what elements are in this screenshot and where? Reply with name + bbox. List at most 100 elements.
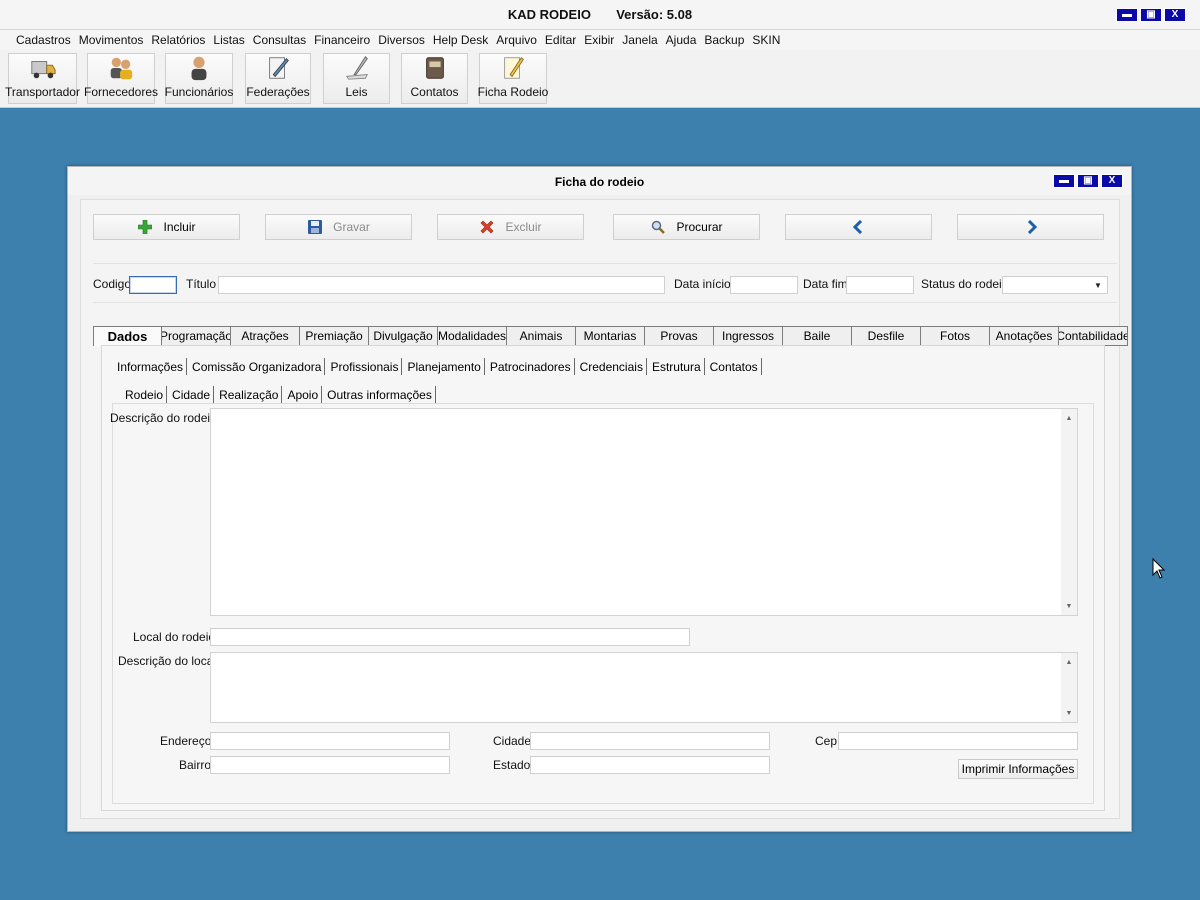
tab-dados[interactable]: Dados bbox=[93, 326, 161, 346]
descricao-rodeio-label: Descrição do rodeio bbox=[110, 411, 217, 425]
menu-financeiro[interactable]: Financeiro bbox=[310, 30, 374, 50]
menu-backup[interactable]: Backup bbox=[700, 30, 748, 50]
tab-provas[interactable]: Provas bbox=[644, 326, 713, 346]
close-button[interactable]: X bbox=[1164, 8, 1186, 22]
next-record-button[interactable] bbox=[957, 214, 1104, 240]
tab-ingressos[interactable]: Ingressos bbox=[713, 326, 782, 346]
toolbar-ficha-rodeio-button[interactable]: Ficha Rodeio bbox=[477, 53, 549, 104]
minimize-button[interactable]: ▬ bbox=[1116, 8, 1138, 22]
main-tabs: Dados Programação Atrações Premiação Div… bbox=[93, 326, 1129, 346]
menu-movimentos[interactable]: Movimentos bbox=[75, 30, 148, 50]
bairro-input[interactable] bbox=[210, 756, 450, 774]
subtab-planejamento[interactable]: Planejamento bbox=[402, 358, 485, 375]
toolbar-funcionarios-button[interactable]: Funcionários bbox=[165, 53, 233, 104]
tab-contabilidade[interactable]: Contabilidade bbox=[1058, 326, 1128, 346]
excluir-label: Excluir bbox=[505, 220, 542, 234]
toolbar-fornecedores-button[interactable]: Fornecedores bbox=[84, 53, 158, 104]
tab-anotacoes[interactable]: Anotações bbox=[989, 326, 1058, 346]
subtab-profissionais[interactable]: Profissionais bbox=[325, 358, 403, 375]
estado-input[interactable] bbox=[530, 756, 770, 774]
scroll-up-icon[interactable]: ▲ bbox=[1061, 411, 1077, 425]
ficha-rodeio-window: Ficha do rodeio ▬ ▣ X Incluir Gravar Exc… bbox=[67, 166, 1132, 832]
imprimir-informacoes-button[interactable]: Imprimir Informações bbox=[958, 759, 1078, 779]
menu-editar[interactable]: Editar bbox=[541, 30, 580, 50]
menu-skin[interactable]: SKIN bbox=[748, 30, 784, 50]
child-minimize-button[interactable]: ▬ bbox=[1053, 174, 1075, 188]
toolbar-label: Ficha Rodeio bbox=[477, 85, 549, 99]
tab-desfile[interactable]: Desfile bbox=[851, 326, 920, 346]
app-window-controls: ▬ ▣ X bbox=[1116, 8, 1186, 22]
tab-animais[interactable]: Animais bbox=[506, 326, 575, 346]
scroll-down-icon[interactable]: ▼ bbox=[1061, 599, 1077, 613]
tab-atracoes[interactable]: Atrações bbox=[230, 326, 299, 346]
titulo-input[interactable] bbox=[218, 276, 665, 294]
tab-divulgacao[interactable]: Divulgação bbox=[368, 326, 437, 346]
gravar-button[interactable]: Gravar bbox=[265, 214, 412, 240]
sub-tabs: Informações Comissão Organizadora Profis… bbox=[112, 358, 762, 375]
menu-help-desk[interactable]: Help Desk bbox=[429, 30, 492, 50]
menu-consultas[interactable]: Consultas bbox=[249, 30, 310, 50]
descricao-local-scrollbar[interactable]: ▲ ▼ bbox=[1061, 653, 1077, 722]
previous-record-button[interactable] bbox=[785, 214, 932, 240]
toolbar-federacoes-button[interactable]: Federações bbox=[245, 53, 311, 104]
subsubtab-cidade[interactable]: Cidade bbox=[167, 386, 215, 403]
child-maximize-button[interactable]: ▣ bbox=[1077, 174, 1099, 188]
codigo-input[interactable] bbox=[129, 276, 177, 294]
action-button-bar: Incluir Gravar Excluir Procurar bbox=[93, 212, 1105, 244]
menu-janela[interactable]: Janela bbox=[618, 30, 661, 50]
toolbar-transportador-button[interactable]: Transportador bbox=[5, 53, 80, 104]
subsubtab-outras-informacoes[interactable]: Outras informações bbox=[322, 386, 436, 403]
header-fields-row: Codigo Título Data início Data fim Statu… bbox=[93, 263, 1117, 303]
subsubtab-realizacao[interactable]: Realização bbox=[214, 386, 283, 403]
data-fim-input[interactable] bbox=[846, 276, 914, 294]
descricao-rodeio-textarea[interactable]: ▲ ▼ bbox=[210, 408, 1078, 616]
data-inicio-label: Data início bbox=[674, 277, 731, 291]
subtab-informacoes[interactable]: Informações bbox=[112, 358, 188, 375]
tab-fotos[interactable]: Fotos bbox=[920, 326, 989, 346]
menu-bar: Cadastros Movimentos Relatórios Listas C… bbox=[0, 30, 1200, 50]
maximize-button[interactable]: ▣ bbox=[1140, 8, 1162, 22]
menu-arquivo[interactable]: Arquivo bbox=[492, 30, 541, 50]
delete-x-icon bbox=[479, 219, 495, 235]
cep-input[interactable] bbox=[838, 732, 1078, 750]
subsubtab-rodeio[interactable]: Rodeio bbox=[120, 386, 168, 403]
subtab-estrutura[interactable]: Estrutura bbox=[647, 358, 705, 375]
incluir-button[interactable]: Incluir bbox=[93, 214, 240, 240]
data-inicio-input[interactable] bbox=[730, 276, 798, 294]
endereco-input[interactable] bbox=[210, 732, 450, 750]
excluir-button[interactable]: Excluir bbox=[437, 214, 584, 240]
tab-premiacao[interactable]: Premiação bbox=[299, 326, 368, 346]
toolbar-contatos-button[interactable]: Contatos bbox=[401, 53, 468, 104]
subtab-comissao-organizadora[interactable]: Comissão Organizadora bbox=[187, 358, 326, 375]
tab-programacao[interactable]: Programação bbox=[161, 326, 230, 346]
local-rodeio-label: Local do rodeio bbox=[133, 630, 216, 644]
chevron-down-icon[interactable]: ▼ bbox=[1091, 279, 1105, 291]
subtab-credenciais[interactable]: Credenciais bbox=[575, 358, 647, 375]
scroll-up-icon[interactable]: ▲ bbox=[1061, 655, 1077, 669]
app-name: KAD RODEIO bbox=[507, 7, 591, 22]
descricao-local-textarea[interactable]: ▲ ▼ bbox=[210, 652, 1078, 723]
tab-modalidades[interactable]: Modalidades bbox=[437, 326, 506, 346]
menu-cadastros[interactable]: Cadastros bbox=[12, 30, 75, 50]
tab-montarias[interactable]: Montarias bbox=[575, 326, 644, 346]
scroll-down-icon[interactable]: ▼ bbox=[1061, 706, 1077, 720]
menu-listas[interactable]: Listas bbox=[209, 30, 248, 50]
cidade-input[interactable] bbox=[530, 732, 770, 750]
toolbar-leis-button[interactable]: Leis bbox=[323, 53, 390, 104]
descricao-rodeio-scrollbar[interactable]: ▲ ▼ bbox=[1061, 409, 1077, 615]
local-rodeio-input[interactable] bbox=[210, 628, 690, 646]
subsubtab-apoio[interactable]: Apoio bbox=[282, 386, 323, 403]
dados-tab-page: Informações Comissão Organizadora Profis… bbox=[101, 345, 1105, 811]
descricao-local-label: Descrição do local bbox=[118, 654, 217, 668]
menu-exibir[interactable]: Exibir bbox=[580, 30, 618, 50]
menu-relatorios[interactable]: Relatórios bbox=[147, 30, 209, 50]
subtab-patrocinadores[interactable]: Patrocinadores bbox=[485, 358, 575, 375]
tab-baile[interactable]: Baile bbox=[782, 326, 851, 346]
procurar-button[interactable]: Procurar bbox=[613, 214, 760, 240]
menu-ajuda[interactable]: Ajuda bbox=[662, 30, 701, 50]
toolbar-label: Leis bbox=[345, 85, 368, 99]
child-close-button[interactable]: X bbox=[1101, 174, 1123, 188]
status-rodeio-select[interactable]: ▼ bbox=[1002, 276, 1108, 294]
subtab-contatos[interactable]: Contatos bbox=[705, 358, 762, 375]
menu-diversos[interactable]: Diversos bbox=[374, 30, 429, 50]
